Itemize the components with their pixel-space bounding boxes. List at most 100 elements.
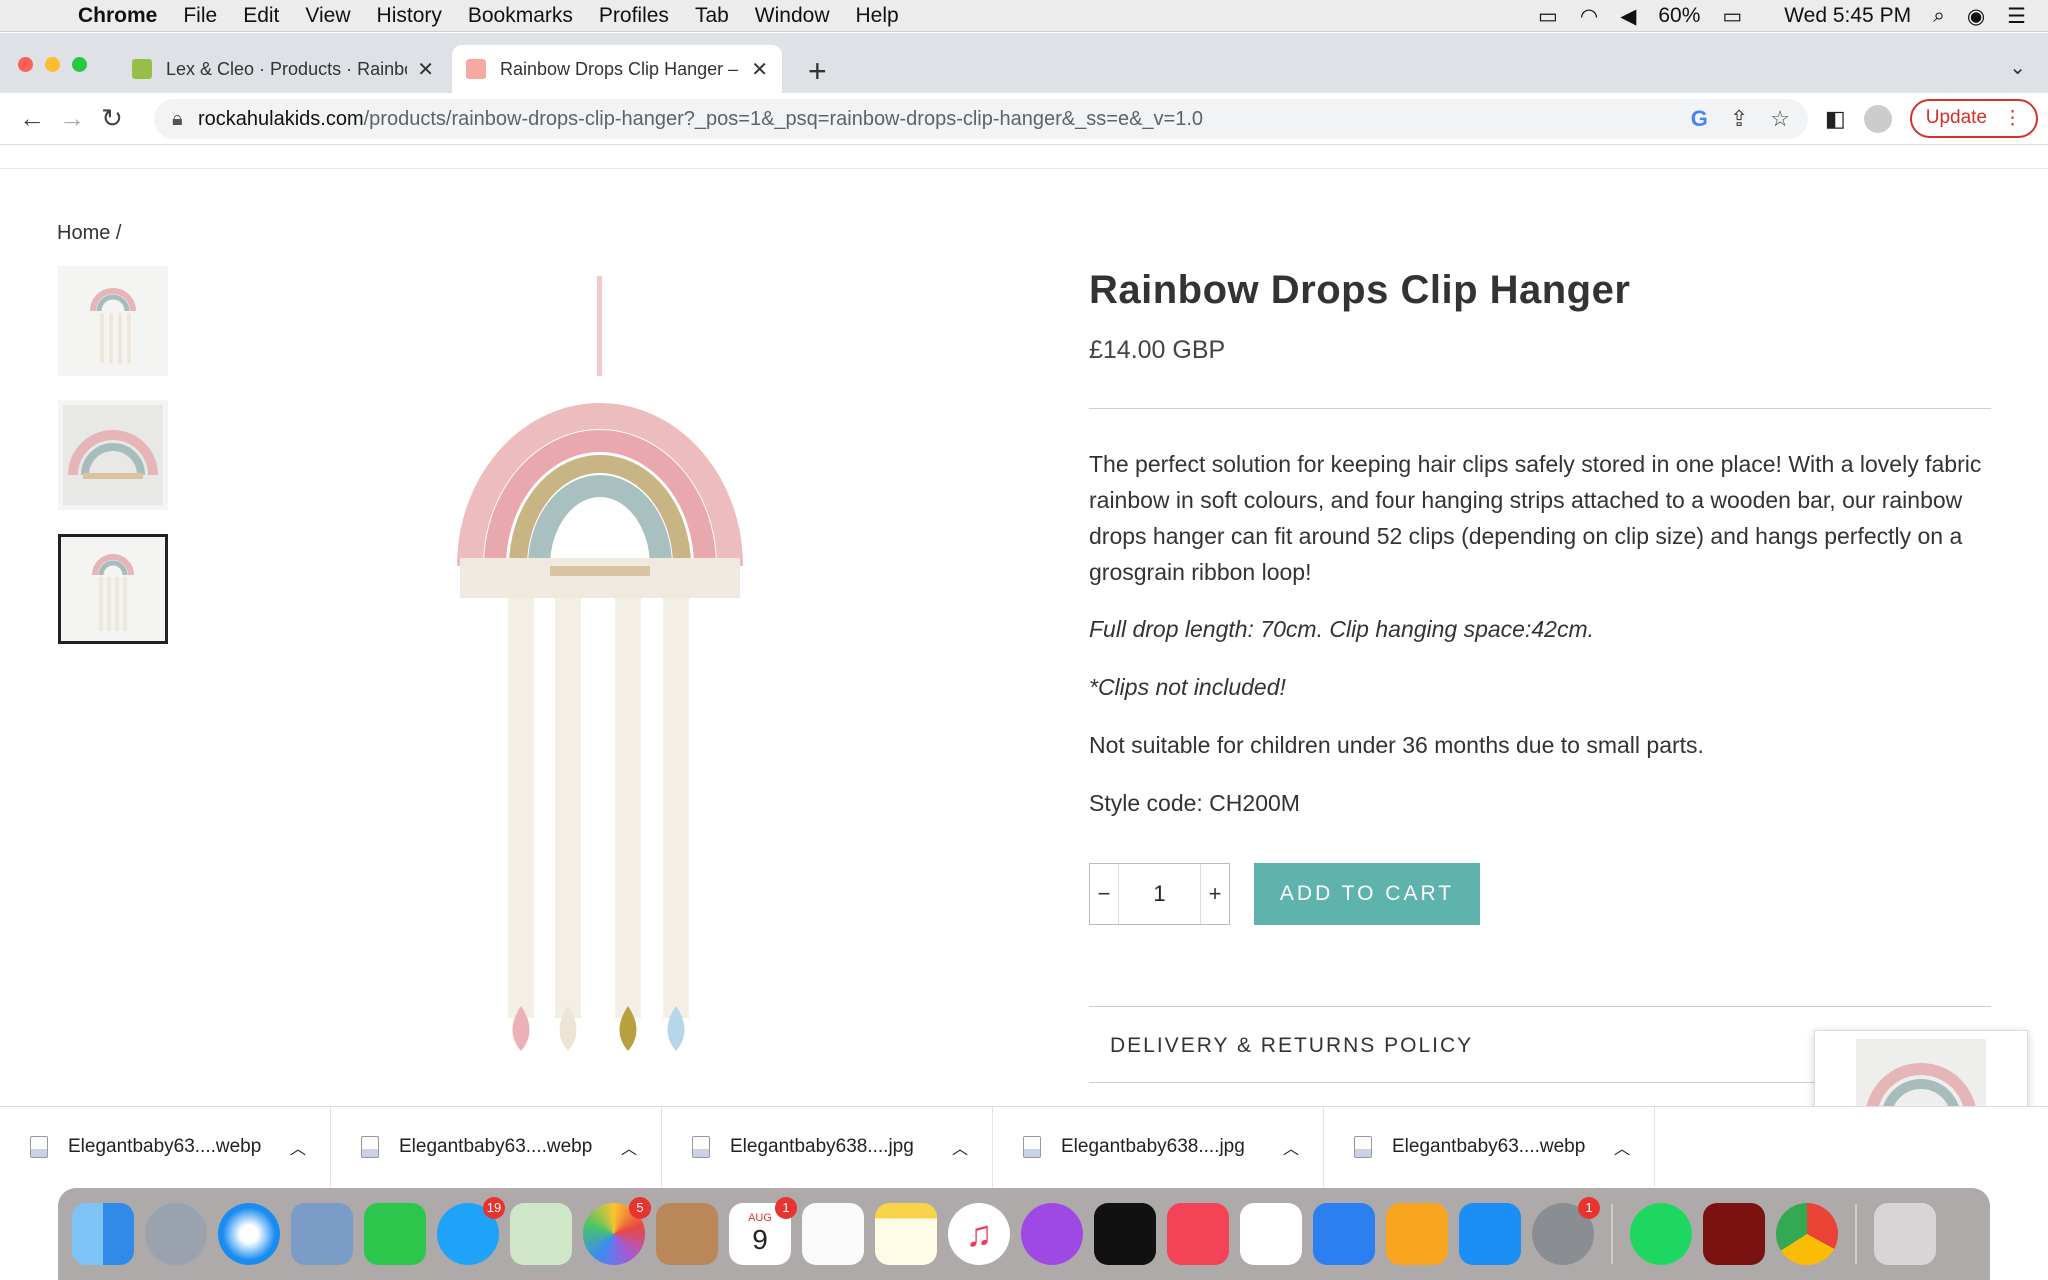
- messages-icon[interactable]: 19: [437, 1197, 505, 1265]
- app-store-icon[interactable]: [1459, 1203, 1521, 1265]
- download-shelf: Elegantbaby63....webp ︿ Elegantbaby63....…: [0, 1106, 2048, 1187]
- reminders-icon[interactable]: [802, 1203, 864, 1265]
- music-icon[interactable]: ♫: [948, 1203, 1010, 1265]
- messages-badge: 19: [483, 1197, 505, 1219]
- reload-icon[interactable]: ↻: [92, 103, 132, 134]
- flash-player-icon[interactable]: [1703, 1203, 1765, 1265]
- download-item[interactable]: Elegantbaby638....jpg ︿: [993, 1107, 1324, 1187]
- control-center-icon[interactable]: ☰: [2007, 4, 2026, 29]
- menu-bookmarks[interactable]: Bookmarks: [468, 4, 573, 28]
- numbers-icon[interactable]: [1240, 1203, 1302, 1265]
- news-icon[interactable]: [1167, 1203, 1229, 1265]
- download-item[interactable]: Elegantbaby63....webp ︿: [1324, 1107, 1655, 1187]
- google-icon[interactable]: G: [1691, 106, 1708, 132]
- menu-help[interactable]: Help: [856, 4, 899, 28]
- kebab-menu-icon[interactable]: ⋮: [2003, 107, 2022, 130]
- menu-tab[interactable]: Tab: [695, 4, 729, 28]
- product-thumbnail-1[interactable]: [58, 266, 168, 376]
- photos-icon[interactable]: 5: [583, 1197, 651, 1265]
- rainbow-hanger-image: [90, 288, 136, 363]
- download-item[interactable]: Elegantbaby638....jpg ︿: [662, 1107, 993, 1187]
- tab-rainbow-drops[interactable]: Rainbow Drops Clip Hanger – R ✕: [452, 45, 782, 93]
- calendar-day: 9: [752, 1224, 768, 1255]
- quantity-input[interactable]: 1: [1118, 864, 1201, 924]
- menu-window[interactable]: Window: [755, 4, 830, 28]
- spotify-icon[interactable]: [1630, 1203, 1692, 1265]
- bookmark-star-icon[interactable]: ☆: [1770, 106, 1790, 132]
- menu-app-chrome[interactable]: Chrome: [78, 4, 157, 28]
- product-thumbnail-2[interactable]: [58, 400, 168, 510]
- dock: 19 5 AUG 9 1 ♫ 1: [58, 1188, 1990, 1280]
- download-item[interactable]: Elegantbaby63....webp ︿: [331, 1107, 662, 1187]
- dock-separator: [1611, 1204, 1613, 1264]
- close-tab-icon[interactable]: ✕: [751, 57, 768, 82]
- calendar-badge: 1: [775, 1197, 797, 1219]
- menu-edit[interactable]: Edit: [243, 4, 279, 28]
- address-bar[interactable]: 🔒︎ rockahulakids.com/products/rainbow-dr…: [154, 99, 1808, 139]
- close-window-button[interactable]: [18, 57, 33, 72]
- menu-profiles[interactable]: Profiles: [599, 4, 669, 28]
- finder-icon[interactable]: [72, 1203, 134, 1265]
- lock-icon[interactable]: 🔒︎: [172, 108, 198, 131]
- chevron-up-icon[interactable]: ︿: [290, 1135, 306, 1159]
- tab-search-chevron-icon[interactable]: ⌄: [2009, 55, 2026, 80]
- contacts-icon[interactable]: [656, 1203, 718, 1265]
- volume-icon[interactable]: ◀: [1620, 4, 1636, 29]
- shopify-icon: [132, 59, 152, 79]
- clock[interactable]: Wed 5:45 PM: [1784, 4, 1911, 28]
- tab-lex-cleo[interactable]: Lex & Cleo · Products · Rainbow ✕: [118, 45, 448, 93]
- side-panel-icon[interactable]: ◧: [1825, 106, 1846, 132]
- style-code: Style code: CH200M: [1089, 790, 1300, 816]
- new-tab-button[interactable]: +: [808, 53, 827, 90]
- price-divider: [1089, 408, 1991, 409]
- notes-icon[interactable]: [875, 1203, 937, 1265]
- forward-arrow-icon[interactable]: →: [52, 103, 92, 134]
- add-to-cart-button[interactable]: ADD TO CART: [1254, 863, 1480, 925]
- zoom-window-button[interactable]: [72, 57, 87, 72]
- launchpad-icon[interactable]: [145, 1203, 207, 1265]
- back-arrow-icon[interactable]: ←: [12, 103, 52, 134]
- maps-icon[interactable]: [510, 1203, 572, 1265]
- apple-tv-icon[interactable]: [1094, 1203, 1156, 1265]
- product-main-image[interactable]: [400, 276, 840, 1056]
- airplay-icon[interactable]: ▭: [1538, 4, 1558, 29]
- update-button[interactable]: Update ⋮: [1909, 99, 2038, 138]
- share-icon[interactable]: ⇪: [1730, 106, 1748, 132]
- wifi-icon[interactable]: ◠: [1580, 4, 1598, 29]
- product-dimensions: Full drop length: 70cm. Clip hanging spa…: [1089, 616, 1595, 642]
- delivery-returns-accordion[interactable]: DELIVERY & RETURNS POLICY: [1110, 1034, 1473, 1058]
- chevron-up-icon[interactable]: ︿: [1614, 1135, 1630, 1159]
- keynote-icon[interactable]: [1313, 1203, 1375, 1265]
- download-item[interactable]: Elegantbaby63....webp ︿: [0, 1107, 331, 1187]
- menu-history[interactable]: History: [377, 4, 442, 28]
- menu-view[interactable]: View: [305, 4, 350, 28]
- quantity-increase-button[interactable]: +: [1201, 881, 1229, 907]
- calendar-icon[interactable]: AUG 9 1: [729, 1197, 797, 1265]
- chevron-up-icon[interactable]: ︿: [621, 1135, 637, 1159]
- chevron-up-icon[interactable]: ︿: [952, 1135, 968, 1159]
- chrome-icon[interactable]: [1776, 1203, 1838, 1265]
- profile-avatar-icon[interactable]: [1863, 104, 1892, 133]
- minimize-window-button[interactable]: [45, 57, 60, 72]
- pages-icon[interactable]: [1386, 1203, 1448, 1265]
- battery-percent[interactable]: 60%: [1658, 4, 1700, 28]
- menu-file[interactable]: File: [183, 4, 217, 28]
- quantity-stepper: − 1 +: [1089, 863, 1230, 925]
- quantity-decrease-button[interactable]: −: [1090, 881, 1118, 907]
- system-preferences-icon[interactable]: 1: [1532, 1197, 1600, 1265]
- siri-icon[interactable]: ◉: [1967, 4, 1985, 29]
- facetime-icon[interactable]: [364, 1203, 426, 1265]
- safari-icon[interactable]: [218, 1203, 280, 1265]
- trash-icon[interactable]: [1874, 1203, 1936, 1265]
- breadcrumb[interactable]: Home /: [57, 222, 121, 245]
- chevron-up-icon[interactable]: ︿: [1283, 1135, 1299, 1159]
- product-thumbnail-3-selected[interactable]: [58, 534, 168, 644]
- spotlight-icon[interactable]: ⌕: [1933, 4, 1945, 28]
- toolbar-right: ◧ Update ⋮: [1825, 99, 2038, 138]
- download-filename: Elegantbaby638....jpg: [730, 1136, 914, 1157]
- battery-icon[interactable]: ▭: [1722, 4, 1742, 29]
- close-tab-icon[interactable]: ✕: [417, 57, 434, 82]
- podcasts-icon[interactable]: [1021, 1203, 1083, 1265]
- preview-app-icon[interactable]: [291, 1203, 353, 1265]
- calendar-month: AUG: [748, 1212, 772, 1224]
